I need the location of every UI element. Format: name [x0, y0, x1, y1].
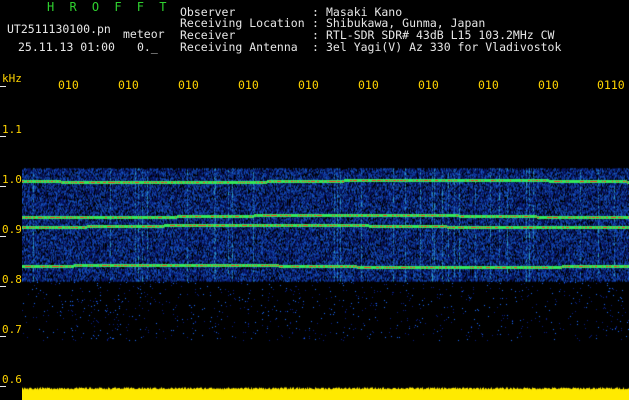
y-tick: 0.8 — [2, 273, 22, 286]
y-tick-line — [0, 336, 6, 337]
x-tick: 010 — [538, 78, 559, 92]
hrofft-window: H R O F F T UT2511130100.pn meteor 25.11… — [0, 0, 629, 400]
y-tick-line — [0, 186, 6, 187]
file-type-label: meteor — [123, 27, 165, 41]
antenna-label: Receiving Antenna — [180, 40, 298, 54]
y-axis-unit-line — [0, 86, 6, 87]
y-tick: 0.7 — [2, 323, 22, 336]
y-tick-line — [0, 386, 6, 387]
y-tick-line — [0, 136, 6, 137]
capture-datetime: 25.11.13 01:00 — [18, 40, 115, 54]
y-axis-unit: kHz — [2, 72, 22, 85]
x-tick: 0110 — [597, 78, 625, 92]
y-tick: 1.1 — [2, 123, 22, 136]
y-tick: 0.9 — [2, 223, 22, 236]
x-tick: 010 — [178, 78, 199, 92]
y-tick: 0.6 — [2, 373, 22, 386]
x-tick: 010 — [238, 78, 259, 92]
file-extra: 0._ — [137, 40, 158, 54]
x-tick: 010 — [118, 78, 139, 92]
y-tick: 1.0 — [2, 173, 22, 186]
spectrogram — [22, 100, 629, 400]
antenna-value: 3el Yagi(V) Az 330 for Vladivostok — [326, 40, 562, 54]
antenna-colon: : — [312, 40, 319, 54]
x-tick: 010 — [58, 78, 79, 92]
x-tick: 010 — [418, 78, 439, 92]
x-tick: 010 — [478, 78, 499, 92]
x-tick: 010 — [298, 78, 319, 92]
y-tick-line — [0, 286, 6, 287]
app-title: H R O F F T — [47, 0, 171, 14]
x-tick: 010 — [358, 78, 379, 92]
y-tick-line — [0, 236, 6, 237]
spectrogram-canvas — [22, 100, 629, 400]
file-name: UT2511130100.pn — [7, 22, 111, 36]
